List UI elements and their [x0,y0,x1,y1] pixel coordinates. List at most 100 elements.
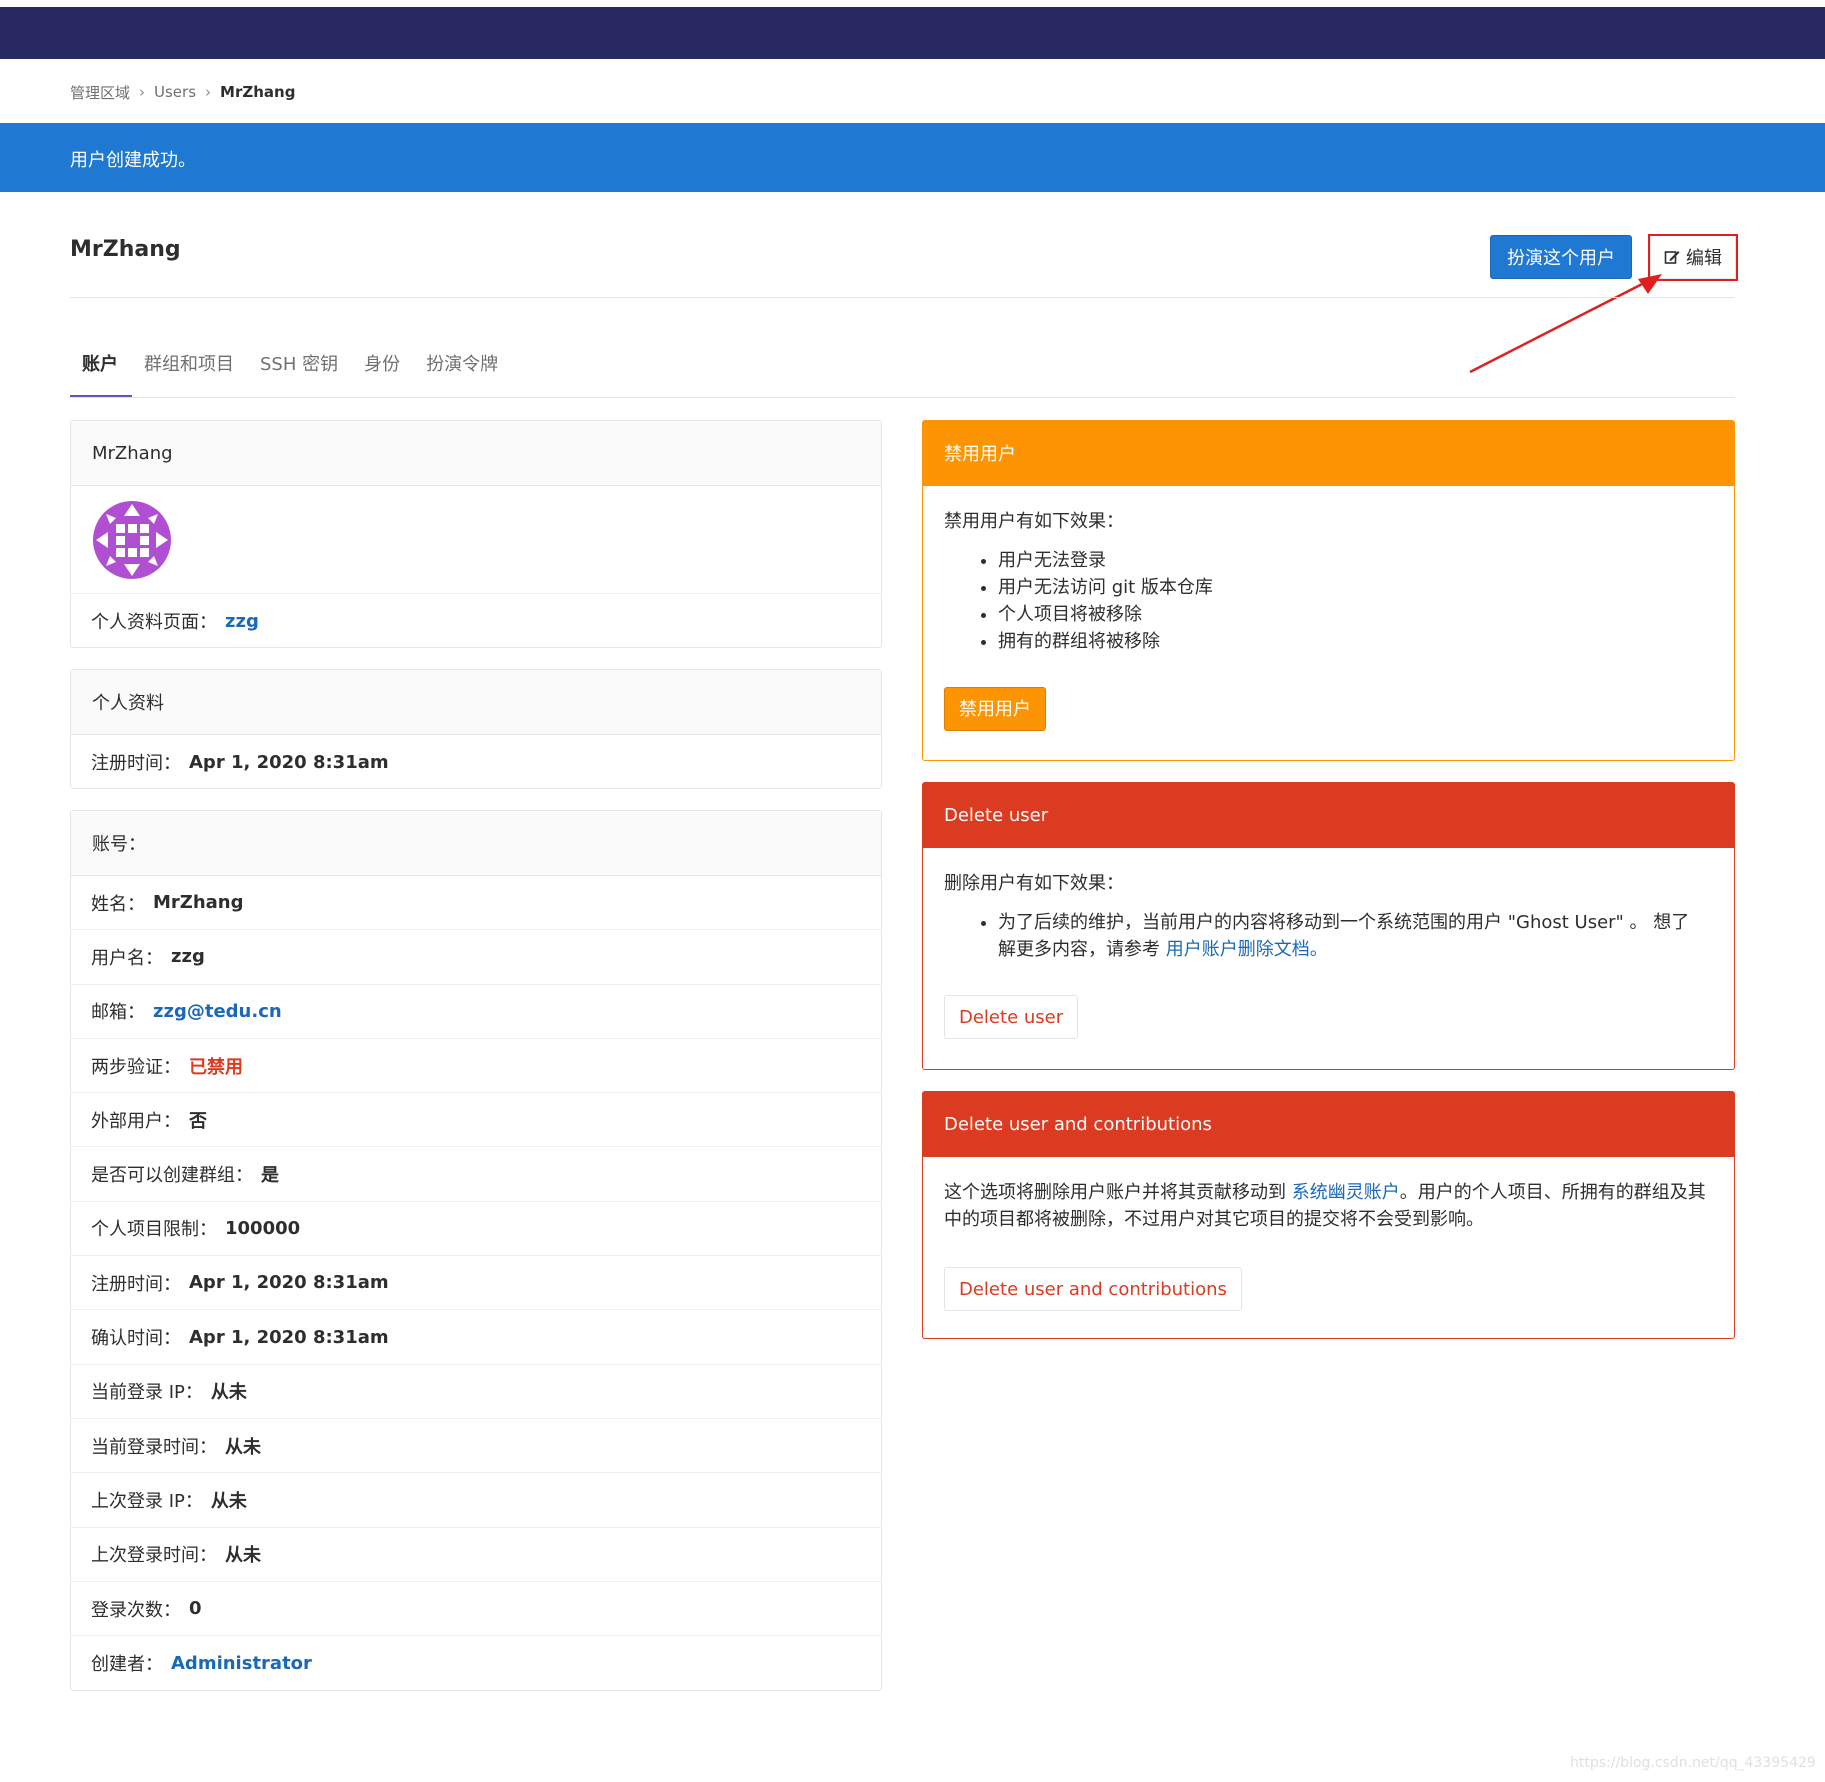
avatar[interactable] [92,500,172,580]
delete-user-body: 删除用户有如下效果： 为了后续的维护，当前用户的内容将移动到一个系统范围的用户 … [923,848,1734,1039]
avatar-row [71,486,881,594]
row-value: 从未 [225,1545,261,1567]
row-value: 100000 [225,1217,301,1239]
delete-contributions-panel: Delete user and contributions 这个选项将删除用户账… [922,1091,1735,1339]
tab-identities[interactable]: 身份 [352,340,414,398]
top-navbar [0,7,1825,59]
delete-contributions-text-before: 这个选项将删除用户账户并将其贡献移动到 [944,1182,1292,1203]
account-row: 当前登录 IP： 从未 [71,1365,881,1419]
delete-contributions-button[interactable]: Delete user and contributions [944,1267,1242,1311]
user-tabs: 账户 群组和项目 SSH 密钥 身份 扮演令牌 [70,340,512,398]
account-row: 用户名： zzg [71,930,881,985]
row-value: 0 [189,1598,202,1619]
account-card-header: 账号： [71,811,881,876]
delete-user-effect-text: 为了后续的维护，当前用户的内容将移动到一个系统范围的用户 "Ghost User… [998,912,1690,960]
profile-info-row: 注册时间： Apr 1, 2020 8:31am [71,735,881,789]
account-row: 注册时间： Apr 1, 2020 8:31am [71,1256,881,1311]
account-row: 创建者： Administrator [71,1636,881,1690]
ghost-user-link[interactable]: 系统幽灵账户 [1292,1182,1400,1203]
account-row: 姓名： MrZhang [71,876,881,931]
row-label: 注册时间： [91,753,181,774]
row-label: 当前登录时间： [91,1436,217,1458]
block-user-header: 禁用用户 [923,421,1734,486]
profile-card-header: MrZhang [71,421,881,486]
email-link[interactable]: zzg@tedu.cn [153,1001,282,1022]
row-value: Apr 1, 2020 8:31am [189,751,389,773]
block-user-intro: 禁用用户有如下效果： [944,511,1124,532]
row-label: 上次登录 IP： [91,1490,203,1512]
block-user-effects: 用户无法登录 用户无法访问 git 版本仓库 个人项目将被移除 拥有的群组将被移… [944,547,1713,655]
account-row: 是否可以创建群组： 是 [71,1147,881,1202]
account-row: 登录次数： 0 [71,1582,881,1637]
delete-contributions-text: 这个选项将删除用户账户并将其贡献移动到 系统幽灵账户。用户的个人项目、所拥有的群… [944,1179,1713,1233]
row-label: 登录次数： [91,1599,181,1621]
account-row: 个人项目限制： 100000 [71,1202,881,1257]
breadcrumb-admin-area[interactable]: 管理区域 [70,82,130,103]
breadcrumb-current-user[interactable]: MrZhang [220,83,295,101]
row-label: 当前登录 IP： [91,1382,203,1404]
row-value: 否 [189,1110,207,1132]
account-row: 上次登录 IP： 从未 [71,1473,881,1528]
list-item: 用户无法访问 git 版本仓库 [998,574,1713,601]
account-row: 确认时间： Apr 1, 2020 8:31am [71,1310,881,1365]
profile-card: MrZhang 个人资料页面： zzg [70,420,882,648]
tab-ssh-keys[interactable]: SSH 密钥 [248,340,352,398]
tab-account[interactable]: 账户 [70,340,132,398]
account-row: 当前登录时间： 从未 [71,1419,881,1474]
row-label: 创建者： [91,1654,163,1676]
account-rows: 姓名： MrZhang 用户名： zzg 邮箱： zzg@tedu.cn 两步验证： 已禁用外… [71,876,881,1690]
tab-impersonation-tokens[interactable]: 扮演令牌 [414,340,512,398]
row-label: 是否可以创建群组： [91,1165,253,1187]
delete-user-header: Delete user [923,783,1734,848]
row-label: 邮箱： [91,1002,145,1024]
delete-contributions-header: Delete user and contributions [923,1092,1734,1157]
block-user-button[interactable]: 禁用用户 [944,687,1046,731]
list-item: 为了后续的维护，当前用户的内容将移动到一个系统范围的用户 "Ghost User… [998,909,1713,963]
delete-user-effects: 为了后续的维护，当前用户的内容将移动到一个系统范围的用户 "Ghost User… [944,909,1713,963]
delete-user-intro: 删除用户有如下效果： [944,873,1124,894]
list-item: 个人项目将被移除 [998,601,1713,628]
row-label: 两步验证： [91,1056,181,1078]
row-label: 注册时间： [91,1273,181,1295]
row-value: 已禁用 [189,1056,243,1078]
tab-groups-projects[interactable]: 群组和项目 [132,340,248,398]
profile-info-header: 个人资料 [71,670,881,735]
profile-page-link[interactable]: zzg [225,611,259,632]
row-value: 从未 [225,1436,261,1458]
chevron-right-icon: › [139,83,146,101]
list-item: 用户无法登录 [998,547,1713,574]
row-value: zzg [171,946,205,968]
delete-user-button[interactable]: Delete user [944,995,1079,1039]
edit-button[interactable]: 编辑 [1650,235,1736,279]
edit-icon [1664,251,1680,264]
list-item: 拥有的群组将被移除 [998,628,1713,655]
creator-link[interactable]: Administrator [171,1653,312,1674]
user-deletion-docs-link[interactable]: 用户账户删除文档。 [1166,939,1328,960]
impersonate-button[interactable]: 扮演这个用户 [1490,235,1632,279]
account-card: 账号： 姓名： MrZhang 用户名： zzg 邮箱： zzg@tedu.cn 两步验证：… [70,810,882,1691]
page-title: MrZhang [70,237,181,262]
account-row: 上次登录时间： 从未 [71,1528,881,1582]
annotation-arrow-icon [1469,274,1662,374]
watermark: https://blog.csdn.net/qq_43395429 [1570,1755,1816,1771]
delete-user-panel: Delete user 删除用户有如下效果： 为了后续的维护，当前用户的内容将移… [922,782,1735,1070]
title-divider [70,297,1735,298]
row-value: 是 [261,1165,279,1187]
chevron-right-icon: › [205,83,212,101]
breadcrumb: 管理区域 › Users › MrZhang [70,80,295,104]
block-user-body: 禁用用户有如下效果： 用户无法登录 用户无法访问 git 版本仓库 个人项目将被… [923,486,1734,731]
row-label: 上次登录时间： [91,1545,217,1567]
row-label: 确认时间： [91,1328,181,1350]
block-user-panel: 禁用用户 禁用用户有如下效果： 用户无法登录 用户无法访问 git 版本仓库 个… [922,420,1735,761]
row-value: 从未 [210,1382,247,1404]
row-label: 个人项目限制： [91,1219,217,1241]
edit-button-label: 编辑 [1686,248,1722,269]
breadcrumb-users[interactable]: Users [154,83,196,101]
row-value: 从未 [210,1490,247,1512]
account-row: 外部用户： 否 [71,1093,881,1148]
profile-info-card: 个人资料 注册时间： Apr 1, 2020 8:31am [70,669,882,789]
row-label: 用户名： [91,947,163,969]
row-label: 姓名： [91,893,145,915]
row-value: Apr 1, 2020 8:31am [189,1326,389,1348]
profile-page-row: 个人资料页面： zzg [71,594,881,648]
